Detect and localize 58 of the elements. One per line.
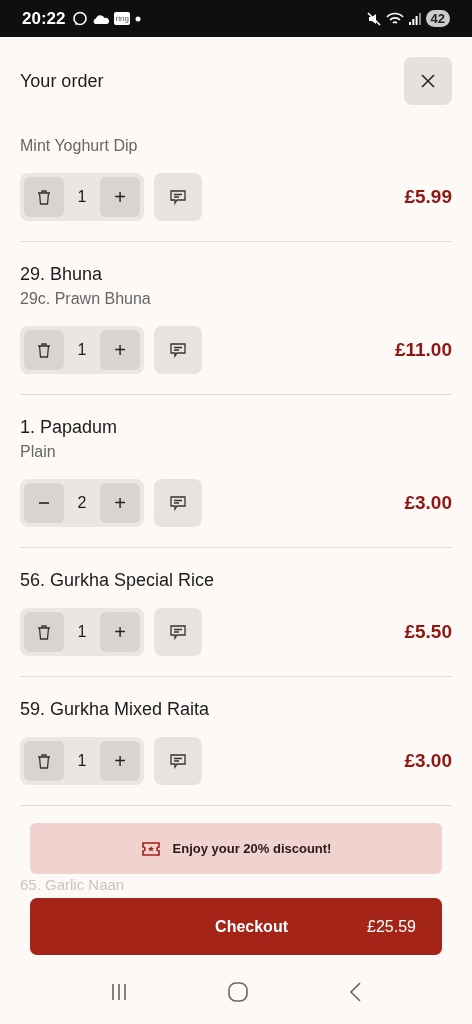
increase-button[interactable]: +	[100, 330, 140, 370]
comment-icon	[168, 340, 188, 360]
comment-button[interactable]	[154, 173, 202, 221]
mute-icon	[366, 11, 381, 26]
recent-apps-icon[interactable]	[109, 982, 129, 1002]
delete-button[interactable]	[24, 330, 64, 370]
page-title: Your order	[20, 70, 104, 92]
item-name: 1. Papadum	[20, 416, 119, 439]
item-name: 56. Gurkha Special Rice	[20, 569, 216, 592]
item-option: Plain	[20, 441, 452, 463]
trash-icon	[35, 623, 53, 641]
comment-icon	[168, 622, 188, 642]
ticket-icon	[140, 840, 161, 857]
comment-button[interactable]	[154, 737, 202, 785]
item-name: 59. Gurkha Mixed Raita	[20, 698, 211, 721]
status-time: 20:22	[22, 8, 66, 29]
discount-text: Enjoy your 20% discount!	[172, 841, 332, 856]
close-icon	[420, 73, 436, 89]
increase-button[interactable]: +	[100, 177, 140, 217]
comment-button[interactable]	[154, 479, 202, 527]
increase-button[interactable]: +	[100, 612, 140, 652]
delete-button[interactable]	[24, 741, 64, 781]
comment-icon	[168, 493, 188, 513]
item-option: Mint Yoghurt Dip	[20, 135, 452, 157]
comment-icon	[168, 187, 188, 207]
trash-icon	[35, 188, 53, 206]
home-icon[interactable]	[227, 981, 249, 1003]
close-button[interactable]	[404, 57, 452, 105]
quantity-value: 1	[76, 752, 88, 770]
battery-level: 42	[425, 10, 450, 27]
dot-icon	[134, 15, 141, 22]
item-price: £5.99	[404, 186, 452, 208]
signal-icon	[408, 12, 421, 25]
item-option: 29c. Prawn Bhuna	[20, 288, 452, 310]
quantity-value: 2	[76, 494, 88, 512]
item-price: £5.50	[404, 621, 452, 643]
app-badge: ring	[114, 12, 130, 25]
trash-icon	[35, 341, 53, 359]
checkout-button[interactable]: Checkout £25.59	[30, 898, 442, 955]
chat-icon	[72, 10, 89, 27]
comment-icon	[168, 751, 188, 771]
item-name: 29. Bhuna	[20, 263, 104, 286]
wifi-icon	[385, 11, 404, 26]
increase-button[interactable]: +	[100, 483, 140, 523]
increase-button[interactable]: +	[100, 741, 140, 781]
comment-button[interactable]	[154, 608, 202, 656]
delete-button[interactable]	[24, 177, 64, 217]
quantity-value: 1	[76, 341, 88, 359]
item-price: £11.00	[394, 339, 452, 361]
item-price: £3.00	[404, 750, 452, 772]
back-icon[interactable]	[347, 981, 363, 1003]
comment-button[interactable]	[154, 326, 202, 374]
quantity-value: 1	[76, 188, 88, 206]
delete-button[interactable]	[24, 612, 64, 652]
item-price: £3.00	[404, 492, 452, 514]
cloud-icon	[93, 13, 110, 24]
quantity-value: 1	[76, 623, 88, 641]
trash-icon	[35, 752, 53, 770]
